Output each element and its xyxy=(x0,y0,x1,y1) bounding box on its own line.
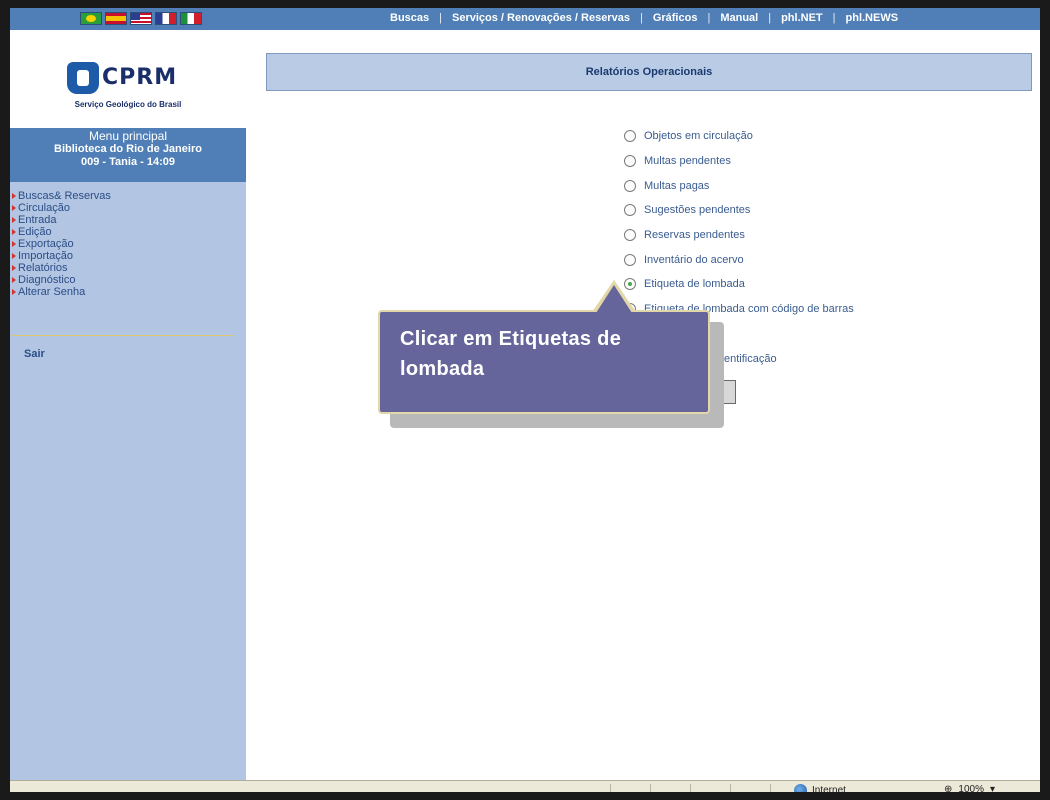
option-label: Etiqueta de lombada xyxy=(644,278,745,291)
logout-link[interactable]: Sair xyxy=(24,348,45,360)
radio-button[interactable] xyxy=(624,204,636,217)
sidebar-item-label: Exportação xyxy=(18,238,74,250)
submit-button[interactable] xyxy=(722,380,736,404)
radio-button[interactable] xyxy=(624,253,636,266)
sidebar-item-diagnostico[interactable]: Diagnóstico xyxy=(12,274,111,286)
sidebar-item-label: Edição xyxy=(18,226,52,238)
option-objetos-em-circulacao[interactable]: Objetos em circulação xyxy=(624,124,854,149)
option-multas-pendentes[interactable]: Multas pendentes xyxy=(624,149,854,174)
sidebar-item-label: Importação xyxy=(18,250,74,262)
session-info: 009 - Tania - 14:09 xyxy=(81,156,175,168)
nav-separator: | xyxy=(768,12,772,24)
menu-header: Menu principal Biblioteca do Rio de Jane… xyxy=(10,128,246,182)
radio-button[interactable] xyxy=(624,229,636,242)
usa-flag-icon[interactable] xyxy=(130,12,152,25)
arrow-right-icon xyxy=(12,217,16,223)
logo-name: CPRM xyxy=(102,65,178,90)
france-flag-icon[interactable] xyxy=(155,12,177,25)
radio-button[interactable] xyxy=(624,155,636,168)
arrow-right-icon xyxy=(12,265,16,271)
nav-link-servicos[interactable]: Serviços / Renovações / Reservas xyxy=(452,12,630,24)
nav-link-graficos[interactable]: Gráficos xyxy=(653,12,698,24)
arrow-right-icon xyxy=(12,277,16,283)
nav-separator: | xyxy=(439,12,442,24)
sidebar-item-label: Relatórios xyxy=(18,262,68,274)
brazil-flag-icon[interactable] xyxy=(80,12,102,25)
option-label: Inventário do acervo xyxy=(644,253,744,266)
spain-flag-icon[interactable] xyxy=(105,12,127,25)
sidebar-item-label: Diagnóstico xyxy=(18,274,76,286)
top-nav-links: Buscas | Serviços / Renovações / Reserva… xyxy=(390,12,898,24)
sidebar-item-entrada[interactable]: Entrada xyxy=(12,214,111,226)
arrow-right-icon xyxy=(12,205,16,211)
sidebar-item-buscas-reservas[interactable]: Buscas& Reservas xyxy=(12,190,111,202)
sidebar-item-exportacao[interactable]: Exportação xyxy=(12,238,111,250)
arrow-right-icon xyxy=(12,193,16,199)
arrow-right-icon xyxy=(12,289,16,295)
radio-button[interactable] xyxy=(624,130,636,143)
nav-separator: | xyxy=(832,12,836,24)
option-label: Multas pendentes xyxy=(644,155,731,168)
library-name: Biblioteca do Rio de Janeiro xyxy=(54,143,202,155)
sidebar-item-label: Entrada xyxy=(18,214,57,226)
top-navigation-bar: Buscas | Serviços / Renovações / Reserva… xyxy=(10,8,1040,30)
callout-pointer-fill xyxy=(596,285,632,313)
option-label: Reservas pendentes xyxy=(644,229,745,242)
option-reservas-pendentes[interactable]: Reservas pendentes xyxy=(624,223,854,248)
logo: CPRM Serviço Geológico do Brasil xyxy=(10,30,246,128)
option-etiqueta-de-lombada[interactable]: Etiqueta de lombada xyxy=(624,272,854,297)
nav-separator: | xyxy=(639,12,643,24)
sidebar-item-importacao[interactable]: Importação xyxy=(12,250,111,262)
nav-link-phlnews[interactable]: phl.NEWS xyxy=(846,12,899,24)
callout-text-line-1: Clicar em Etiquetas de xyxy=(400,328,622,350)
window-border-bottom xyxy=(0,792,1050,800)
sidebar-item-label: Alterar Senha xyxy=(18,286,86,298)
sidebar-item-alterar-senha[interactable]: Alterar Senha xyxy=(12,286,111,298)
sidebar-item-label: Circulação xyxy=(18,202,70,214)
page-title: Relatórios Operacionais xyxy=(266,53,1032,91)
sidebar-item-label: Buscas& Reservas xyxy=(18,190,111,202)
nav-link-buscas[interactable]: Buscas xyxy=(390,12,429,24)
option-inventario-do-acervo[interactable]: Inventário do acervo xyxy=(624,247,854,272)
option-label: Multas pagas xyxy=(644,179,710,192)
italy-flag-icon[interactable] xyxy=(180,12,202,25)
logo-subtitle: Serviço Geológico do Brasil xyxy=(74,100,182,109)
nav-link-manual[interactable]: Manual xyxy=(720,12,758,24)
language-flags xyxy=(80,12,202,25)
menu-title: Menu principal xyxy=(88,129,168,143)
arrow-right-icon xyxy=(12,241,16,247)
cprm-logo-icon xyxy=(67,62,99,94)
callout-text-line-2: lombada xyxy=(400,358,485,380)
option-sugestoes-pendentes[interactable]: Sugestões pendentes xyxy=(624,198,854,223)
arrow-right-icon xyxy=(12,253,16,259)
option-label: Sugestões pendentes xyxy=(644,204,751,217)
main-menu: Buscas& Reservas Circulação Entrada Ediç… xyxy=(12,190,111,298)
nav-separator: | xyxy=(707,12,711,24)
radio-button[interactable] xyxy=(624,179,636,192)
browser-window: Buscas | Serviços / Renovações / Reserva… xyxy=(0,0,1050,800)
sidebar-item-relatorios[interactable]: Relatórios xyxy=(12,262,111,274)
sidebar-item-edicao[interactable]: Edição xyxy=(12,226,111,238)
sidebar: CPRM Serviço Geológico do Brasil Menu pr… xyxy=(10,30,246,800)
option-label: Objetos em circulação xyxy=(644,130,753,143)
nav-link-phlnet[interactable]: phl.NET xyxy=(781,12,823,24)
arrow-right-icon xyxy=(12,229,16,235)
menu-divider xyxy=(12,335,234,336)
sidebar-item-circulacao[interactable]: Circulação xyxy=(12,202,111,214)
option-multas-pagas[interactable]: Multas pagas xyxy=(624,173,854,198)
instruction-callout: Clicar em Etiquetas de lombada xyxy=(378,310,710,414)
